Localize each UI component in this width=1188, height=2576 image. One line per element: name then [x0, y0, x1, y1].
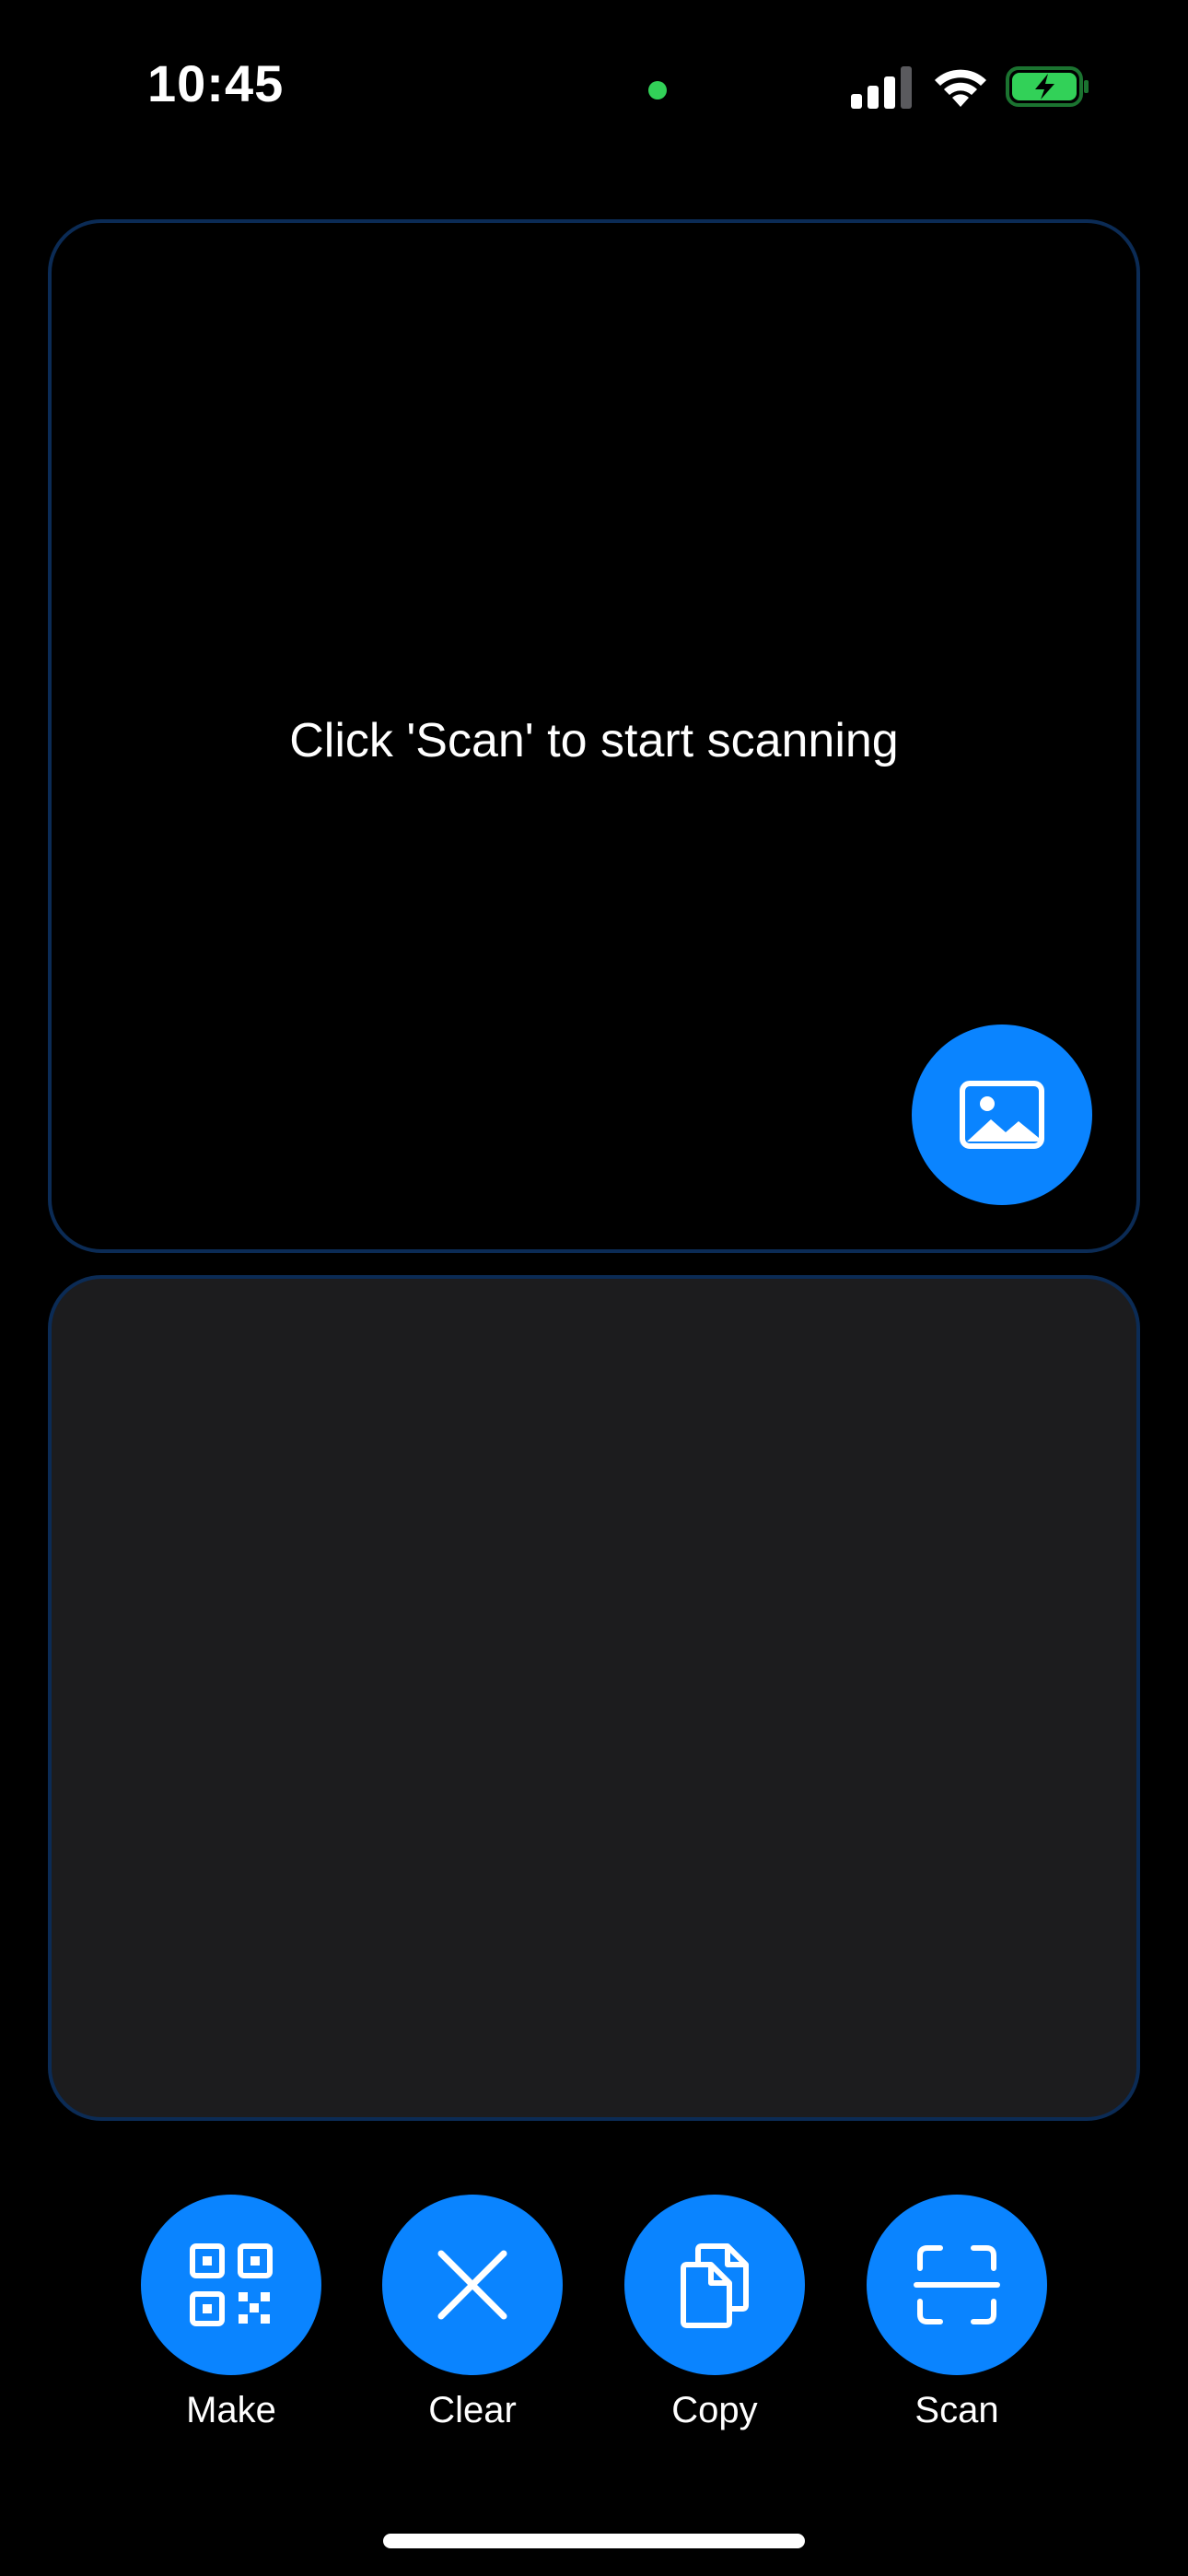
clear-button[interactable]: Clear: [353, 2195, 592, 2434]
camera-in-use-indicator: [648, 81, 667, 100]
cellular-signal-icon: [851, 66, 912, 109]
copy-button-circle[interactable]: [624, 2195, 805, 2375]
scan-result-panel[interactable]: [48, 1275, 1140, 2121]
make-button-label: Make: [186, 2390, 276, 2430]
make-button-circle[interactable]: [141, 2195, 321, 2375]
copy-button[interactable]: Copy: [595, 2195, 834, 2434]
copy-icon: [681, 2243, 749, 2328]
status-time: 10:45: [147, 54, 285, 112]
home-indicator[interactable]: [383, 2534, 805, 2548]
scan-instruction-text: Click 'Scan' to start scanning: [289, 714, 899, 767]
photo-icon: [960, 1081, 1044, 1149]
scan-button-circle[interactable]: [867, 2195, 1047, 2375]
photo-library-button[interactable]: [912, 1025, 1092, 1205]
status-bar: 10:45: [0, 0, 1188, 175]
scan-button[interactable]: Scan: [837, 2195, 1077, 2434]
scanner-preview-panel: Click 'Scan' to start scanning: [48, 219, 1140, 1253]
scan-button-label: Scan: [914, 2390, 999, 2430]
close-icon: [437, 2250, 507, 2320]
clear-button-label: Clear: [428, 2390, 517, 2430]
make-button[interactable]: Make: [111, 2195, 351, 2434]
battery-charging-icon: [1006, 66, 1089, 107]
qr-code-icon: [190, 2243, 273, 2326]
clear-button-circle[interactable]: [382, 2195, 563, 2375]
copy-button-label: Copy: [671, 2390, 758, 2430]
wifi-icon: [935, 69, 986, 107]
scan-frame-icon: [914, 2245, 1000, 2324]
